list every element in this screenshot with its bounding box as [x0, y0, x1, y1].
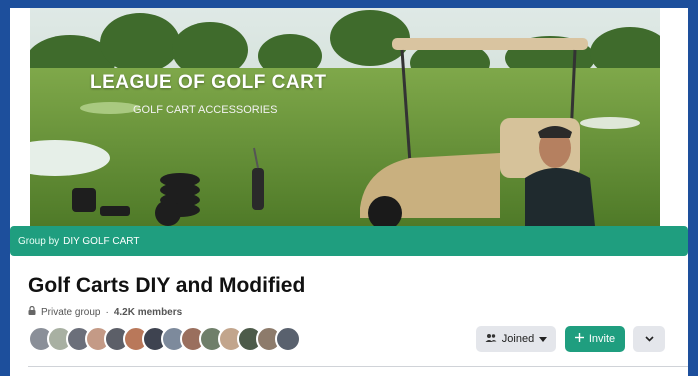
group-by-prefix: Group by: [18, 235, 60, 247]
cover-photo: LEAGUE OF GOLF CART GOLF CART ACCESSORIE…: [30, 8, 660, 226]
cover-subtitle: GOLF CART ACCESSORIES: [133, 104, 278, 116]
joined-label: Joined: [501, 333, 535, 345]
more-options-button[interactable]: [633, 326, 665, 352]
member-avatars[interactable]: [28, 326, 301, 352]
privacy-label[interactable]: Private group: [41, 307, 100, 318]
lock-icon: [28, 305, 36, 318]
group-page: LEAGUE OF GOLF CART GOLF CART ACCESSORIE…: [10, 8, 688, 376]
group-by-banner: Group by DIY GOLF CART: [10, 226, 688, 256]
cover-title: LEAGUE OF GOLF CART: [90, 72, 327, 93]
plus-icon: [574, 333, 584, 345]
joined-button[interactable]: Joined: [476, 326, 556, 352]
chevron-down-icon: [644, 333, 654, 345]
cover-illustration: [30, 8, 660, 226]
meta-separator: ·: [105, 306, 109, 318]
caret-down-icon: [539, 333, 548, 345]
tabs-divider: [28, 366, 688, 367]
group-name[interactable]: Golf Carts DIY and Modified: [28, 274, 305, 298]
member-avatar[interactable]: [275, 326, 301, 352]
group-meta: Private group · 4.2K members: [28, 305, 182, 318]
invite-button[interactable]: Invite: [565, 326, 625, 352]
invite-label: Invite: [588, 333, 616, 345]
member-count[interactable]: 4.2K members: [114, 307, 182, 318]
group-owner-link[interactable]: DIY GOLF CART: [63, 236, 139, 247]
members-icon: [485, 333, 497, 346]
